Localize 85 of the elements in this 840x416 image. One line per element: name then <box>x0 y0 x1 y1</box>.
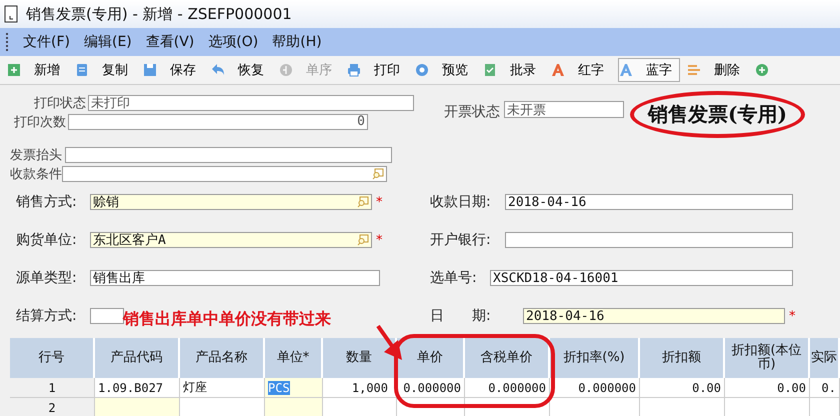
letter-a-icon <box>619 63 633 77</box>
input-field[interactable]: 东北区客户A <box>90 232 372 248</box>
toolbar-button[interactable]: 预览 <box>414 58 476 82</box>
required-mark: * <box>789 308 796 324</box>
annotation-text: 销售出库单中单价没有带过来 <box>123 309 331 330</box>
column-header[interactable]: 产品名称 <box>180 338 265 378</box>
field-label: 日 期: <box>430 307 492 325</box>
field-label: 开票状态 <box>444 103 500 121</box>
table-cell: 1,000 <box>323 378 397 398</box>
lines-icon <box>687 63 701 77</box>
table-cell: PCS <box>265 378 323 398</box>
table-cell: 0.000000 <box>465 378 550 398</box>
input-field[interactable]: 销售出库 <box>90 270 380 286</box>
field-label: 收款日期: <box>430 193 492 211</box>
input-field[interactable]: 赊销 <box>90 194 372 210</box>
field-label: 收款条件 <box>10 166 62 182</box>
column-header[interactable]: 产品代码 <box>95 338 180 378</box>
input-field[interactable]: 2018-04-16 <box>505 194 793 210</box>
column-header[interactable]: 折扣额 <box>640 338 725 378</box>
toolbar-button[interactable]: 新增 <box>6 58 68 82</box>
lookup-icon[interactable] <box>357 234 369 246</box>
field-label: 源单类型: <box>16 269 78 287</box>
field-label: 开户银行: <box>430 231 492 249</box>
toolbar-button[interactable]: 蓝字 <box>618 58 680 82</box>
lookup-icon[interactable] <box>372 168 384 180</box>
undo-icon <box>211 63 225 77</box>
lookup-icon[interactable] <box>357 196 369 208</box>
column-header[interactable]: 含税单价 <box>465 338 550 378</box>
save-icon <box>143 63 157 77</box>
column-header[interactable]: 折扣额(本位币) <box>725 338 810 378</box>
input-field[interactable] <box>62 166 387 182</box>
column-header[interactable]: 实际 <box>810 338 840 378</box>
menu-item[interactable]: 帮助(H) <box>267 31 327 53</box>
arrow-drawing <box>376 324 402 360</box>
column-header[interactable]: 数量 <box>323 338 397 378</box>
menu-item[interactable]: 编辑(E) <box>78 31 137 53</box>
field-label: 选单号: <box>430 269 478 287</box>
menu-item[interactable]: 选项(O) <box>203 31 264 53</box>
plus-icon <box>755 63 769 77</box>
field-label: 结算方式: <box>16 307 78 325</box>
input-field[interactable]: 2018-04-16 <box>523 308 785 324</box>
toolbar-button[interactable]: 删除 <box>686 58 748 82</box>
input-field[interactable]: 未开票 <box>504 101 624 118</box>
table-cell: 0.00 <box>725 378 810 398</box>
print-icon <box>347 63 361 77</box>
table-cell: 0.000000 <box>550 378 640 398</box>
toolbar-button[interactable]: 复制 <box>74 58 136 82</box>
toolbar-button[interactable]: 恢复 <box>210 58 272 82</box>
column-header[interactable]: 单价 <box>397 338 465 378</box>
menu-item[interactable]: 查看(V) <box>140 31 200 53</box>
column-header[interactable]: 行号 <box>10 338 95 378</box>
field-label: 购货单位: <box>16 231 78 249</box>
new-icon <box>7 63 21 77</box>
check-icon <box>483 63 497 77</box>
table-cell: 0. <box>810 378 840 398</box>
field-label: 发票抬头 <box>10 146 62 164</box>
table-cell: 1 <box>10 378 95 398</box>
copy-icon <box>75 63 89 77</box>
column-header[interactable]: 单位* <box>265 338 323 378</box>
input-field[interactable] <box>90 308 124 324</box>
field-label: 打印状态 <box>34 94 86 112</box>
table-cell: 1.09.B027 <box>95 378 180 398</box>
required-mark: * <box>376 194 382 210</box>
document-icon <box>4 5 18 23</box>
field-label: 销售方式: <box>16 193 78 211</box>
required-mark: * <box>376 232 382 248</box>
table-cell: 0.00 <box>640 378 725 398</box>
table-cell: 灯座 <box>180 378 265 398</box>
field-label: 打印次数 <box>14 114 66 130</box>
input-field[interactable] <box>505 232 793 248</box>
toolbar-button[interactable]: 批录 <box>482 58 544 82</box>
menu-item[interactable]: 文件(F) <box>18 31 75 53</box>
input-field[interactable]: XSCKD18-04-16001 <box>490 270 793 286</box>
toolbar-button[interactable]: 红字 <box>550 58 612 82</box>
window-title: 销售发票(专用) - 新增 - ZSEFP000001 <box>26 4 292 24</box>
input-field[interactable]: 未打印 <box>88 94 414 110</box>
column-header[interactable]: 折扣率(%) <box>550 338 640 378</box>
toolbar-button[interactable]: 打印 <box>346 58 408 82</box>
eye-icon <box>415 63 429 77</box>
toolbar-button[interactable]: 保存 <box>142 58 204 82</box>
input-field[interactable]: 0 <box>68 114 368 130</box>
input-field[interactable] <box>65 146 392 162</box>
letter-a-icon <box>551 63 565 77</box>
table-cell: 0.000000 <box>397 378 465 398</box>
document-title: 销售发票(专用) <box>648 102 787 126</box>
